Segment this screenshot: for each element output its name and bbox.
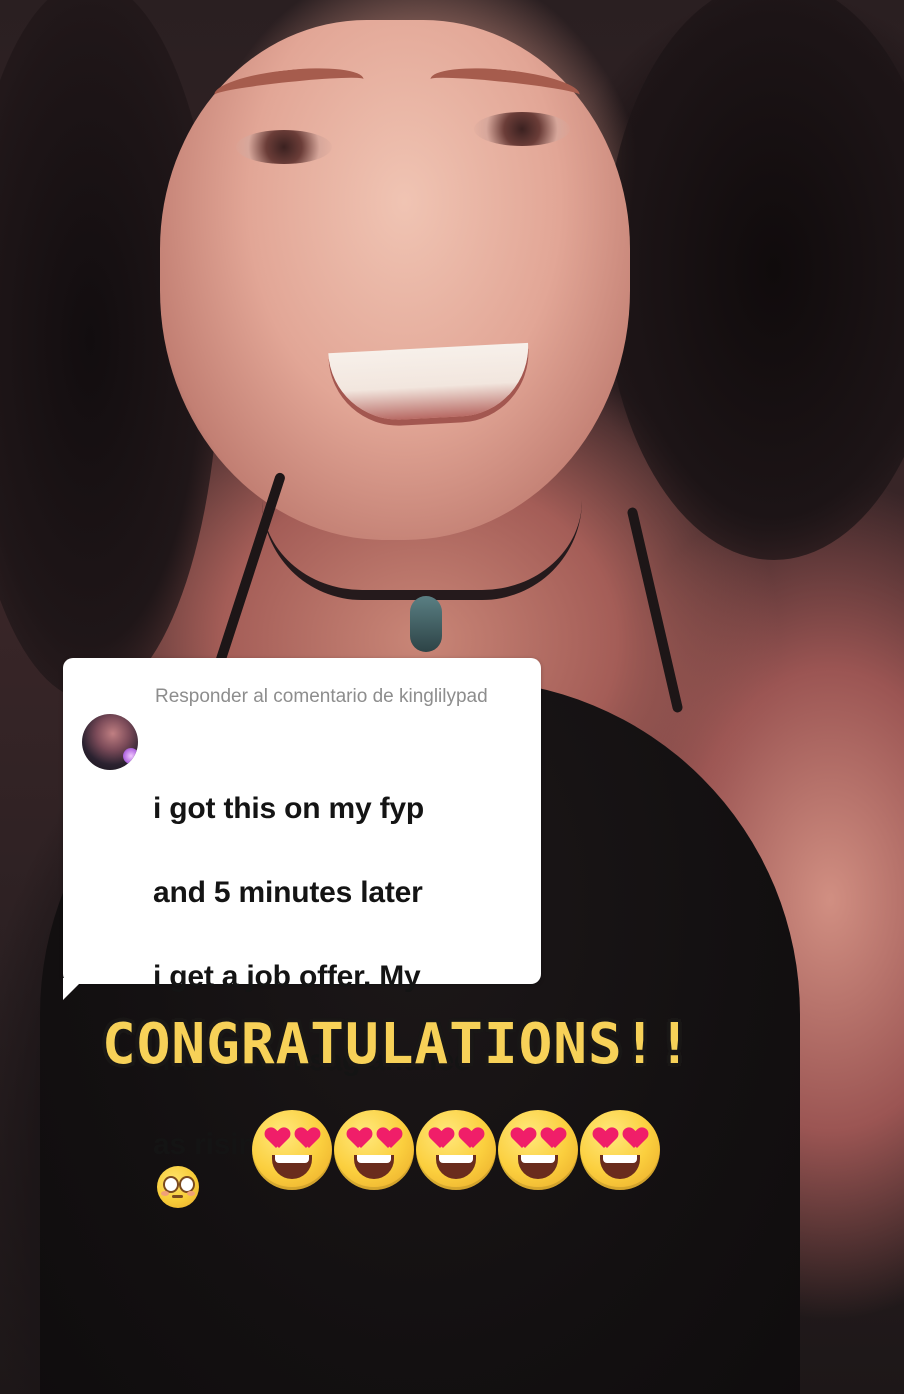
comment-reply-card[interactable]: Responder al comentario de kinglilypad i… — [63, 658, 541, 1208]
avatar-sparkle-icon — [123, 748, 138, 764]
heart-eyes-emoji-icon — [498, 1110, 578, 1190]
choker-necklace — [262, 500, 582, 600]
commenter-avatar[interactable] — [82, 714, 138, 770]
heart-eyes-emoji-icon — [416, 1110, 496, 1190]
heart-eye-left — [512, 1128, 534, 1148]
left-eye — [236, 130, 332, 164]
heart-eye-right — [624, 1128, 646, 1148]
right-eye — [474, 112, 570, 146]
heart-eyes-emoji-icon — [580, 1110, 660, 1190]
heart-eye-left — [348, 1128, 370, 1148]
comment-line-1: i got this on my fyp — [153, 792, 424, 825]
pendant — [410, 596, 442, 652]
heart-eye-right — [542, 1128, 564, 1148]
flushed-face-icon — [157, 1166, 199, 1208]
heart-eye-left — [594, 1128, 616, 1148]
heart-eyes-emoji-icon — [334, 1110, 414, 1190]
caption-text: CONGRATULATIONS!! — [102, 1012, 693, 1077]
flushed-blush-right — [187, 1191, 195, 1196]
comment-card-tail — [63, 978, 85, 1000]
video-stage[interactable]: Responder al comentario de kinglilypad i… — [0, 0, 904, 1394]
reply-header: Responder al comentario de kinglilypad — [155, 686, 488, 707]
comment-line-2: and 5 minutes later — [153, 876, 423, 909]
comment-line-3: i get a job offer. My — [153, 960, 421, 993]
flushed-blush-left — [161, 1191, 169, 1196]
heart-eyes-emoji-row — [252, 1110, 662, 1192]
heart-eyes-emoji-icon — [252, 1110, 332, 1190]
heart-eye-right — [378, 1128, 400, 1148]
heart-eye-right — [460, 1128, 482, 1148]
heart-eye-left — [266, 1128, 288, 1148]
heart-eye-right — [296, 1128, 318, 1148]
heart-eye-left — [430, 1128, 452, 1148]
flushed-mouth — [172, 1195, 183, 1198]
